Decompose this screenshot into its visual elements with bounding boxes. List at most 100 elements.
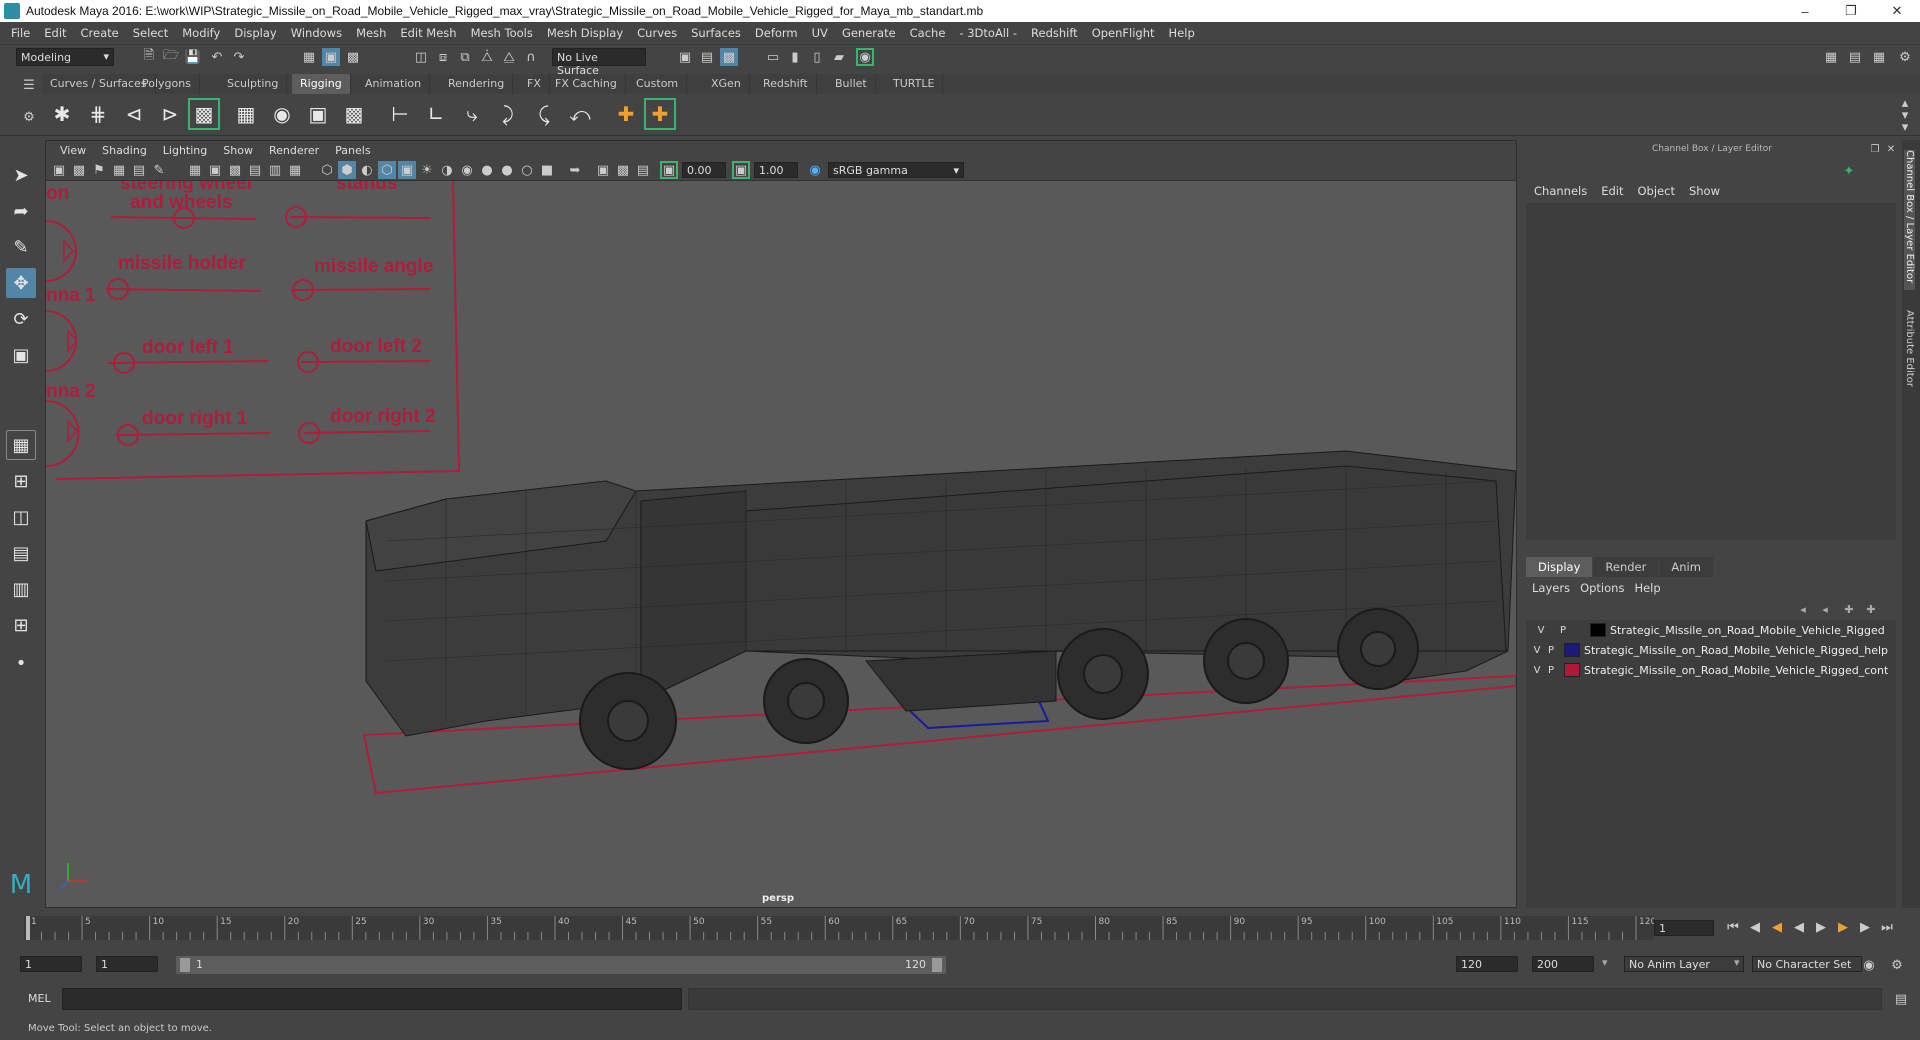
depth-of-field-icon[interactable]: ○ [518,161,536,179]
menu-mesh-display[interactable]: Mesh Display [540,26,630,40]
persp-outliner-layout-icon[interactable]: ◫ [6,502,36,532]
attribute-editor-side-tab[interactable]: Attribute Editor [1904,310,1915,410]
menu-deform[interactable]: Deform [748,26,805,40]
shelf-tab-animation[interactable]: Animation [357,74,431,94]
move-layer-down-icon[interactable]: ◂ [1816,600,1834,618]
layer-menu-layers[interactable]: Layers [1532,581,1580,595]
shelf-tab-polygons[interactable]: Polygons [134,74,200,94]
snap-curve-icon[interactable]: ⧈ [434,48,452,66]
shelf-tab-turtle[interactable]: TURTLE [885,74,944,94]
smooth-shade-icon[interactable]: ⬢ [338,161,356,179]
menu-cache[interactable]: Cache [903,26,953,40]
locator-icon[interactable]: ⊢ [384,98,416,130]
smooth-bind-icon[interactable]: ▦ [230,98,262,130]
point-constraint-icon[interactable]: ⤷ [456,98,488,130]
tool-settings-toggle-icon[interactable]: ⚙ [1896,48,1914,66]
select-tool-icon[interactable]: ➤ [6,160,36,190]
safe-action-icon[interactable]: ▦ [286,161,304,179]
live-surface-field[interactable]: No Live Surface [552,48,646,77]
layer-row[interactable]: V P Strategic_Missile_on_Road_Mobile_Veh… [1526,620,1896,640]
wireframe-icon[interactable]: ⬡ [318,161,336,179]
paint-weights-icon[interactable]: ◉ [266,98,298,130]
snap-live-icon[interactable]: ⧋ [500,48,518,66]
viewport-menu-lighting[interactable]: Lighting [155,144,215,157]
command-input[interactable] [62,988,682,1010]
shelf-tab-fx-caching[interactable]: FX Caching [547,74,626,94]
anim-layer-dropdown[interactable]: No Anim Layer [1624,956,1744,972]
layer-visibility-toggle[interactable]: V [1530,645,1544,656]
play-backwards-icon[interactable]: ◀ [1790,918,1808,936]
channel-menu-channels[interactable]: Channels [1530,184,1597,198]
menu-windows[interactable]: Windows [284,26,349,40]
channel-menu-show[interactable]: Show [1685,184,1730,198]
lasso-tool-icon[interactable]: ➦ [6,196,36,226]
shelf-tab-redshift[interactable]: Redshift [755,74,817,94]
paint-select-tool-icon[interactable]: ✎ [6,232,36,262]
color-management-icon[interactable]: ◉ [806,161,824,179]
auto-key-icon[interactable]: ◉ [1860,956,1878,974]
lights-icon[interactable]: ☀ [418,161,436,179]
wireframe-on-shaded-icon[interactable]: ⬡ [378,161,396,179]
new-layer-icon[interactable]: ✚ [1840,600,1858,618]
workspace-icon[interactable]: ▦ [1822,48,1840,66]
lattice-icon[interactable]: ▣ [302,98,334,130]
set-driven-key-icon[interactable]: ✚ [644,98,676,130]
input-ops-icon[interactable]: ▣ [676,48,694,66]
hypershade-icon[interactable]: ▰ [830,48,848,66]
range-slider-start-handle[interactable] [180,958,190,972]
channel-list-area[interactable] [1526,203,1896,540]
time-slider[interactable]: 1 5 10 15 20 25 30 35 40 45 50 55 60 65 70 75 80 85 90 95 10… [24,912,1656,946]
xray-icon[interactable]: ➥ [566,161,584,179]
parent-constraint-icon[interactable]: ∟ [420,98,452,130]
layer-playback-toggle[interactable]: P [1544,645,1558,656]
select-component-icon[interactable]: ▩ [344,48,362,66]
humanik-icon[interactable]: ▩ [188,98,220,130]
field-chart-icon[interactable]: ▥ [266,161,284,179]
film-gate-icon[interactable]: ▣ [206,161,224,179]
outliner-layout-icon[interactable]: ▥ [6,574,36,604]
animation-end-field[interactable]: 200 [1532,956,1594,972]
go-to-end-icon[interactable]: ⏭ [1878,918,1896,936]
playback-end-field[interactable]: 120 [1456,956,1518,972]
layer-tab-anim[interactable]: Anim [1659,557,1713,577]
viewport-menu-renderer[interactable]: Renderer [261,144,327,157]
shelf-tab-rigging[interactable]: Rigging [292,74,351,94]
snap-view-plane-icon[interactable]: ⧊ [478,48,496,66]
snap-grid-icon[interactable]: ◫ [412,48,430,66]
select-camera-icon[interactable]: ▣ [50,161,68,179]
shelf-options-icon[interactable]: ⚙ [20,108,38,126]
select-object-icon[interactable]: ▣ [322,48,340,66]
open-scene-icon[interactable]: 🗁 [162,48,180,66]
render-settings-icon[interactable]: ▯ [808,48,826,66]
image-plane-icon[interactable]: ▦ [110,161,128,179]
menu-mesh-tools[interactable]: Mesh Tools [464,26,540,40]
aim-constraint-icon[interactable]: ⤺ [564,98,596,130]
viewport-canvas[interactable]: steering wheel and wheels stands on miss… [46,181,1516,907]
step-back-key-icon[interactable]: ◀ [1746,918,1764,936]
gamma-icon[interactable]: ▣ [732,161,750,179]
snap-magnet-icon[interactable]: ∩ [522,48,540,66]
four-view-layout-icon[interactable]: ⊞ [6,466,36,496]
snap-point-icon[interactable]: ⧉ [456,48,474,66]
menu-edit[interactable]: Edit [37,26,73,40]
menu-uv[interactable]: UV [805,26,835,40]
shelf-tab-sculpting[interactable]: Sculpting [219,74,288,94]
save-scene-icon[interactable]: 💾 [184,48,202,66]
viewport-menu-panels[interactable]: Panels [327,144,378,157]
rotate-tool-icon[interactable]: ⟳ [6,304,36,334]
custom-layout-icon[interactable]: ⊞ [6,610,36,640]
xray-active-icon[interactable]: ▩ [614,161,632,179]
menu-mesh[interactable]: Mesh [349,26,393,40]
render-view-icon[interactable]: ◉ [856,48,874,66]
new-scene-icon[interactable]: 🗎 [140,48,158,66]
layer-visibility-toggle[interactable]: V [1530,665,1544,676]
camera-attributes-icon[interactable]: ▩ [70,161,88,179]
bookmarks-icon[interactable]: ⚑ [90,161,108,179]
layer-color-swatch[interactable] [1564,643,1580,657]
shelf-tab-xgen[interactable]: XGen [703,74,750,94]
layer-menu-help[interactable]: Help [1634,581,1670,595]
channel-box-toggle-icon[interactable]: ✦ [1840,162,1858,180]
gate-mask-icon[interactable]: ▤ [246,161,264,179]
shelf-tab-rendering[interactable]: Rendering [440,74,514,94]
menu-generate[interactable]: Generate [835,26,903,40]
